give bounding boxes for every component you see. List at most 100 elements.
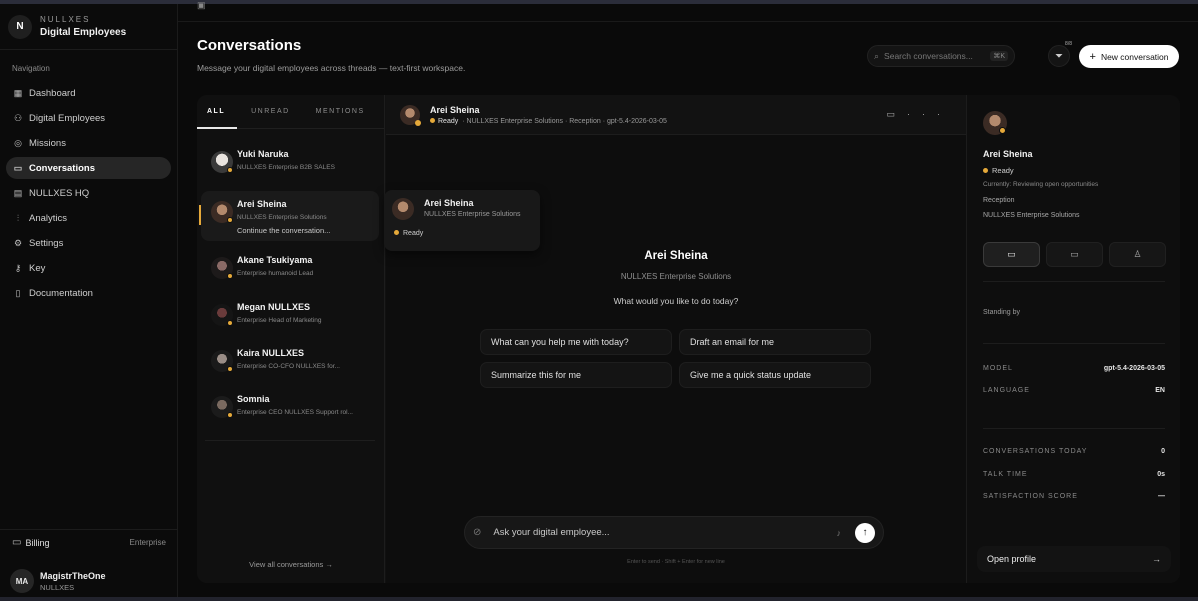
suggestion-chip[interactable]: Give me a quick status update <box>679 362 871 388</box>
status-dot <box>227 273 233 279</box>
stat-value: 0 <box>1161 448 1165 455</box>
sidebar-item-documentation[interactable]: ▯ Documentation <box>6 282 171 304</box>
building-icon: ▤ <box>13 187 23 198</box>
sidebar-item-analytics[interactable]: ⫶ Analytics <box>6 207 171 229</box>
tab-mentions[interactable]: MENTIONS <box>316 95 365 129</box>
user-org: NULLXES <box>40 582 75 592</box>
sidebar-item-dashboard[interactable]: ▦ Dashboard <box>6 82 171 104</box>
view-all-conversations-link[interactable]: View all conversations → <box>197 560 385 569</box>
stat-label: LANGUAGE <box>983 387 1030 394</box>
sidebar-item-key[interactable]: ⚷ Key <box>6 257 171 279</box>
status-dot <box>227 167 233 173</box>
suggestion-chip[interactable]: What can you help me with today? <box>480 329 672 355</box>
window-bottom-bar <box>0 597 1198 601</box>
sidebar: N NULLXES Digital Employees Navigation ▦… <box>0 4 178 601</box>
billing-link[interactable]: ▭ Billing Enterprise <box>0 529 178 555</box>
profile-status: Ready <box>983 166 1014 175</box>
sidebar-item-label: Analytics <box>29 212 68 224</box>
user-menu[interactable]: MA MagistrTheOne NULLXES <box>0 561 178 601</box>
suggestion-chip[interactable]: Draft an email for me <box>679 329 871 355</box>
profile-standing: Standing by <box>983 309 1020 316</box>
message-preview: Continue the conversation... <box>237 226 331 235</box>
profile-pane: Arei Sheina Ready Currently: Reviewing o… <box>966 95 1180 583</box>
profile-name: Arei Sheina <box>983 149 1033 159</box>
status-dot <box>227 320 233 326</box>
video-mode-button[interactable]: ▭ <box>1046 242 1103 267</box>
sidebar-item-label: NULLXES HQ <box>29 187 90 199</box>
status-dot <box>999 127 1006 134</box>
key-icon: ⚷ <box>14 262 22 273</box>
sidebar-item-settings[interactable]: ⚙ Settings <box>6 232 171 254</box>
arrow-up-icon: ↑ <box>862 527 868 538</box>
sidebar-item-label: Missions <box>29 137 66 149</box>
sidebar-item-label: Settings <box>29 237 64 249</box>
list-item[interactable]: Megan NULLXES Enterprise Head of Marketi… <box>201 294 379 344</box>
list-item[interactable]: Somnia Enterprise CEO NULLXES Support ro… <box>201 386 379 436</box>
sidebar-item-label: Key <box>29 262 46 274</box>
stat-value: EN <box>1155 387 1165 394</box>
chart-icon: ⫶ <box>16 212 20 223</box>
list-item[interactable]: Yuki Naruka NULLXES Enterprise B2B SALES <box>201 141 379 191</box>
chat-meta: Ready · NULLXES Enterprise Solutions · Re… <box>430 117 667 125</box>
chat-pane: Arei Sheina Ready · NULLXES Enterprise So… <box>386 95 966 583</box>
conversations-panel: ALL UNREAD MENTIONS Yuki Naruka NULLXES … <box>197 95 1180 583</box>
list-item[interactable]: Kaira NULLXES Enterprise CO-CFO NULLXES … <box>201 340 379 390</box>
plus-icon: + <box>1089 50 1096 63</box>
sidebar-item-digital-employees[interactable]: ⚇ Digital Employees <box>6 107 171 129</box>
stat-row: TALK TIME 0s <box>983 471 1165 478</box>
sidebar-item-hq[interactable]: ▤ NULLXES HQ <box>6 182 171 204</box>
profile-mode-button[interactable]: ♙ <box>1109 242 1166 267</box>
filter-button[interactable]: ⏷ 8/8 <box>1048 41 1072 67</box>
message-mode-button[interactable]: ▭ <box>983 242 1040 267</box>
profile-org: NULLXES Enterprise Solutions <box>983 212 1080 219</box>
divider <box>983 343 1165 344</box>
chat-header-actions: ▭··· <box>886 109 952 120</box>
search-input[interactable]: ⌕ Search conversations... ⌘K <box>867 45 1015 67</box>
contact-name: Akane Tsukiyama <box>237 255 313 265</box>
contact-name: Somnia <box>237 394 270 404</box>
avatar <box>400 104 421 126</box>
main-top-strip: ▣ <box>178 0 1198 22</box>
more-icon[interactable]: ··· <box>907 109 952 119</box>
list-item[interactable]: Akane Tsukiyama Enterprise humanoid Lead <box>201 247 379 297</box>
list-item[interactable]: Arei Sheina NULLXES Enterprise Solutions… <box>199 191 379 241</box>
doc-icon: ▯ <box>15 287 21 298</box>
status-dot <box>430 117 435 123</box>
attach-icon[interactable]: ⊘ <box>473 527 481 538</box>
sidebar-toggle-icon[interactable]: ▣ <box>197 0 206 11</box>
list-tabs: ALL UNREAD MENTIONS <box>197 95 384 129</box>
suggestion-chip[interactable]: Summarize this for me <box>480 362 672 388</box>
mic-icon[interactable]: ♪ <box>837 528 842 538</box>
page-subtitle: Message your digital employees across th… <box>197 63 466 73</box>
page-title: Conversations <box>197 37 302 54</box>
sidebar-item-conversations[interactable]: ▭ Conversations <box>6 157 171 179</box>
open-profile-button[interactable]: Open profile → <box>977 546 1171 572</box>
chat-meta-details: · NULLXES Enterprise Solutions · Recepti… <box>462 117 667 125</box>
contact-role: Enterprise humanoid Lead <box>237 270 314 277</box>
stat-label: TALK TIME <box>983 471 1028 478</box>
search-placeholder: Search conversations... <box>884 51 973 61</box>
chat-empty-question: What would you like to do today? <box>613 296 739 306</box>
stat-row: SATISFACTION SCORE — <box>983 493 1165 500</box>
billing-tier: Enterprise <box>129 538 166 547</box>
profile-team: Reception <box>983 197 1015 204</box>
message-input[interactable]: ⊘ Ask your digital employee... ♪ ↑ <box>464 516 884 549</box>
send-button[interactable]: ↑ <box>855 522 875 543</box>
composer-hint: Enter to send · Shift + Enter for new li… <box>627 559 725 565</box>
grid-icon: ▦ <box>13 87 23 98</box>
contact-name: Arei Sheina <box>237 199 287 209</box>
tab-all[interactable]: ALL <box>197 95 238 129</box>
nav-list: ▦ Dashboard ⚇ Digital Employees ◎ Missions … <box>0 82 177 304</box>
arrow-right-icon: → <box>1152 554 1161 564</box>
sidebar-item-missions[interactable]: ◎ Missions <box>6 132 171 154</box>
filter-icon: ⏷ <box>1055 50 1063 62</box>
tab-unread[interactable]: UNREAD <box>251 95 290 129</box>
target-icon: ◎ <box>14 137 22 148</box>
hover-role: NULLXES Enterprise Solutions <box>424 211 521 218</box>
video-icon[interactable]: ▭ <box>886 109 907 119</box>
new-conversation-button[interactable]: + New conversation <box>1079 45 1179 68</box>
status-dot <box>227 366 233 372</box>
brand-logo: N <box>8 14 32 39</box>
brand[interactable]: N NULLXES Digital Employees <box>0 4 177 50</box>
contact-role: Enterprise CO-CFO NULLXES for... <box>237 363 340 370</box>
